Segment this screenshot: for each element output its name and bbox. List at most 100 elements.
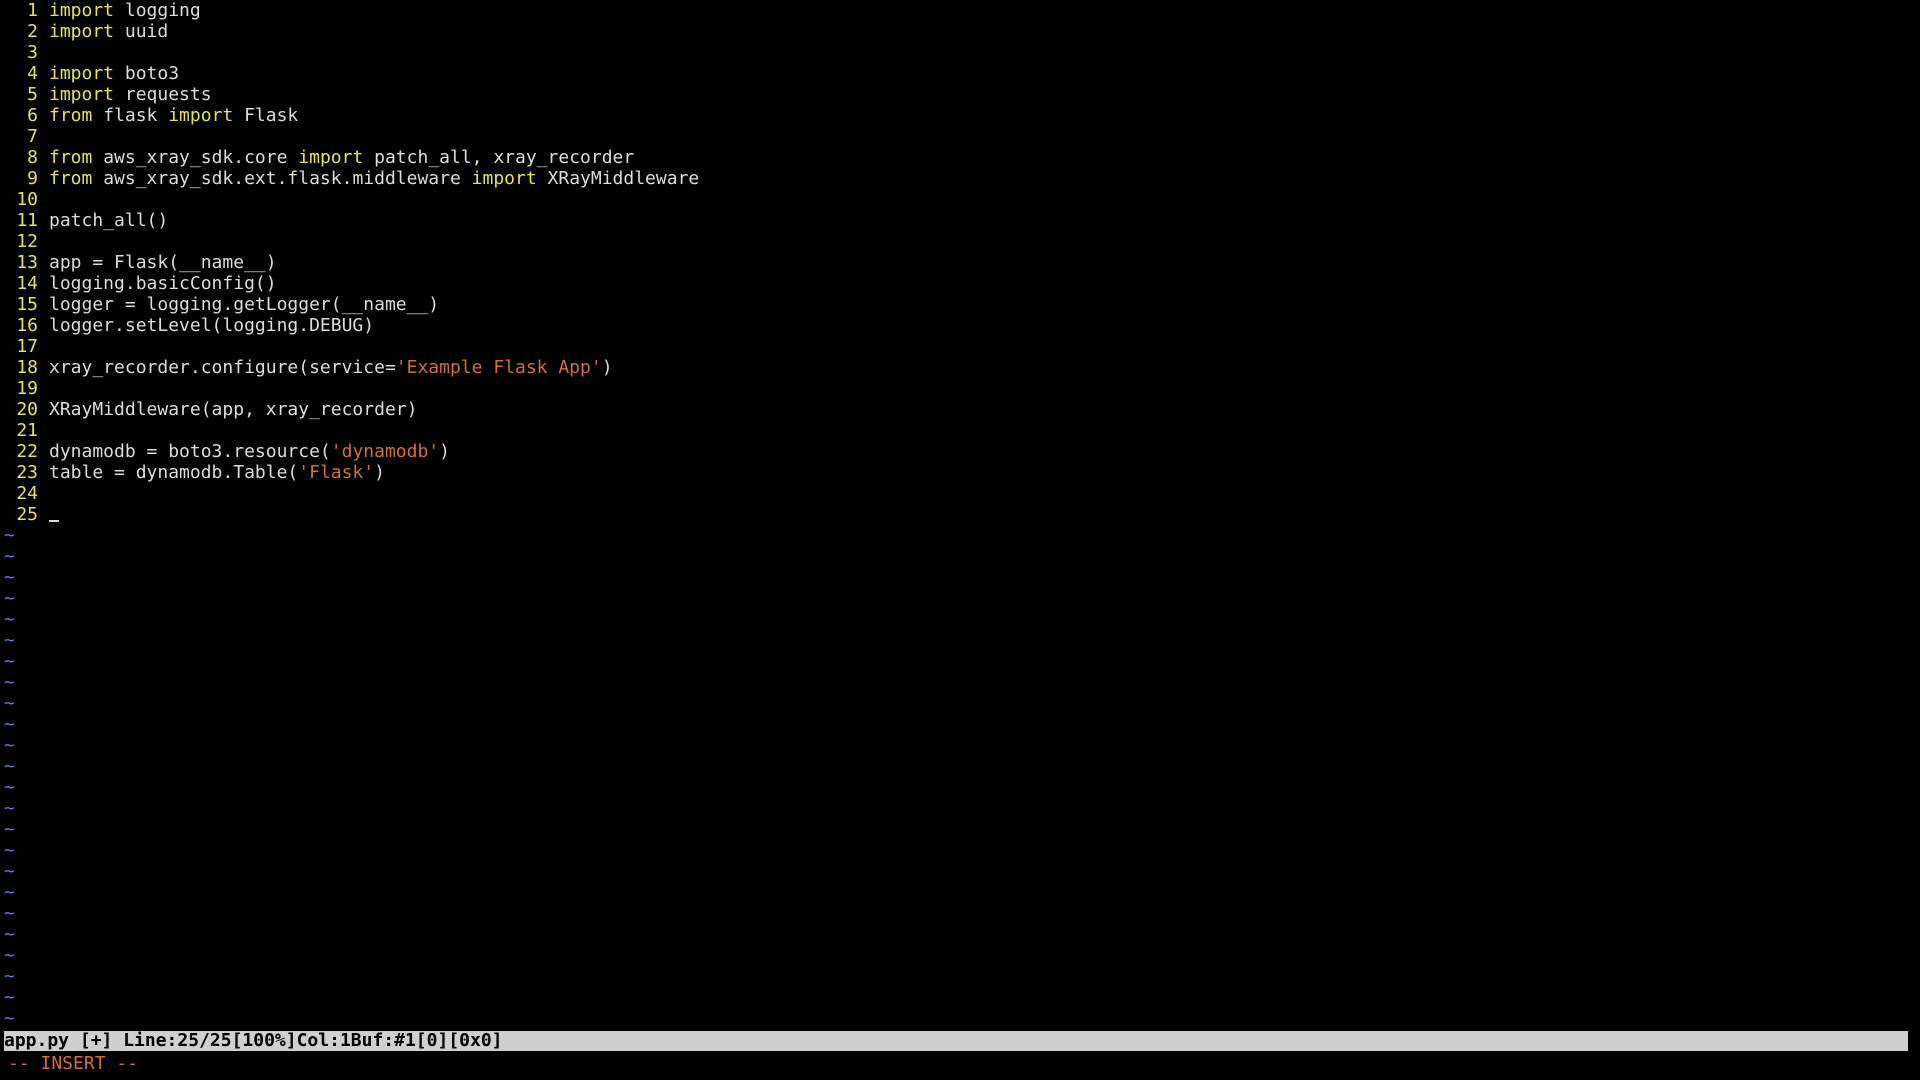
string-token: 'Flask' bbox=[298, 462, 375, 483]
keyword-token: import bbox=[49, 21, 115, 42]
code-token: uuid bbox=[114, 21, 169, 42]
line-number: 16 bbox=[16, 315, 38, 336]
vim-editor-buffer[interactable]: 1 import logging 2 import uuid 3 4 import boto… bbox=[0, 0, 1920, 1030]
code-text: import boto3 bbox=[49, 63, 179, 84]
empty-line-marker: ~ bbox=[4, 798, 15, 819]
code-line[interactable]: 15 logger = logging.getLogger(__name__) bbox=[0, 294, 1920, 315]
code-text: logging.basicConfig() bbox=[49, 273, 277, 294]
code-line[interactable]: 10 bbox=[0, 189, 1920, 210]
code-token: dynamodb = boto3.resource( bbox=[49, 441, 331, 462]
code-line[interactable]: 3 bbox=[0, 42, 1920, 63]
empty-line-marker: ~ bbox=[4, 756, 15, 777]
code-line[interactable]: 8 from aws_xray_sdk.core import patch_all… bbox=[0, 147, 1920, 168]
code-line[interactable]: 19 bbox=[0, 378, 1920, 399]
keyword-token: from bbox=[49, 105, 93, 126]
code-text: table = dynamodb.Table('Flask') bbox=[49, 462, 385, 483]
line-number: 18 bbox=[16, 357, 38, 378]
keyword-token: import bbox=[298, 147, 364, 168]
keyword-token: import bbox=[471, 168, 537, 189]
code-line[interactable]: 25 bbox=[0, 504, 1920, 525]
code-token: logging bbox=[114, 0, 201, 21]
line-number: 3 bbox=[27, 42, 38, 63]
empty-line-marker: ~ bbox=[4, 777, 15, 798]
code-text: logger.setLevel(logging.DEBUG) bbox=[49, 315, 374, 336]
code-line[interactable]: 11 patch_all() bbox=[0, 210, 1920, 231]
empty-buffer-lines: ~ ~ ~ ~ ~ ~ ~ ~ ~ ~ ~ ~ ~ ~ ~ ~ ~ ~ ~ ~ ~ ~ ~ ~ bbox=[0, 525, 1920, 1029]
code-text: import requests bbox=[49, 84, 212, 105]
empty-line-marker: ~ bbox=[4, 861, 15, 882]
code-line[interactable]: 12 bbox=[0, 231, 1920, 252]
code-token: ) bbox=[601, 357, 613, 378]
code-line[interactable]: 14 logging.basicConfig() bbox=[0, 273, 1920, 294]
code-line[interactable]: 20 XRayMiddleware(app, xray_recorder) bbox=[0, 399, 1920, 420]
code-line[interactable]: 1 import logging bbox=[0, 0, 1920, 21]
empty-line-marker: ~ bbox=[4, 1008, 15, 1029]
keyword-token: from bbox=[49, 147, 93, 168]
empty-line-marker: ~ bbox=[4, 609, 15, 630]
code-line[interactable]: 16 logger.setLevel(logging.DEBUG) bbox=[0, 315, 1920, 336]
code-line[interactable]: 4 import boto3 bbox=[0, 63, 1920, 84]
empty-line-marker: ~ bbox=[4, 945, 15, 966]
code-token: XRayMiddleware bbox=[536, 168, 700, 189]
code-line[interactable]: 9 from aws_xray_sdk.ext.flask.middleware … bbox=[0, 168, 1920, 189]
code-token: flask bbox=[92, 105, 169, 126]
empty-line-marker: ~ bbox=[4, 693, 15, 714]
line-number: 10 bbox=[16, 189, 38, 210]
code-text: XRayMiddleware(app, xray_recorder) bbox=[49, 399, 417, 420]
code-line[interactable]: 18 xray_recorder.configure(service='Examp… bbox=[0, 357, 1920, 378]
code-line[interactable]: 6 from flask import Flask bbox=[0, 105, 1920, 126]
code-line[interactable]: 22 dynamodb = boto3.resource('dynamodb') bbox=[0, 441, 1920, 462]
code-token: requests bbox=[114, 84, 212, 105]
line-number: 17 bbox=[16, 336, 38, 357]
empty-line-marker: ~ bbox=[4, 672, 15, 693]
empty-line-marker: ~ bbox=[4, 546, 15, 567]
line-number: 14 bbox=[16, 273, 38, 294]
code-text: xray_recorder.configure(service='Example… bbox=[49, 357, 613, 378]
keyword-token: import bbox=[49, 84, 115, 105]
keyword-token: import bbox=[168, 105, 234, 126]
code-token: aws_xray_sdk.ext.flask.middleware bbox=[92, 168, 472, 189]
line-number: 5 bbox=[27, 84, 38, 105]
line-number: 9 bbox=[27, 168, 38, 189]
code-token: aws_xray_sdk.core bbox=[92, 147, 299, 168]
keyword-token: from bbox=[49, 168, 93, 189]
code-line[interactable]: 24 bbox=[0, 483, 1920, 504]
code-token: patch_all, xray_recorder bbox=[363, 147, 635, 168]
line-number: 25 bbox=[16, 504, 38, 525]
code-text: from aws_xray_sdk.ext.flask.middleware i… bbox=[49, 168, 699, 189]
line-number: 15 bbox=[16, 294, 38, 315]
code-text: patch_all() bbox=[49, 210, 168, 231]
empty-line-marker: ~ bbox=[4, 882, 15, 903]
empty-line-marker: ~ bbox=[4, 588, 15, 609]
code-token: XRayMiddleware(app, xray_recorder) bbox=[49, 399, 418, 420]
empty-line-marker: ~ bbox=[4, 735, 15, 756]
code-line[interactable]: 2 import uuid bbox=[0, 21, 1920, 42]
line-number: 21 bbox=[16, 420, 38, 441]
empty-line-marker: ~ bbox=[4, 819, 15, 840]
code-line[interactable]: 21 bbox=[0, 420, 1920, 441]
keyword-token: import bbox=[49, 0, 115, 21]
line-number: 20 bbox=[16, 399, 38, 420]
code-token: logger = logging.getLogger(__name__) bbox=[49, 294, 440, 315]
code-line[interactable]: 5 import requests bbox=[0, 84, 1920, 105]
code-token: app = Flask(__name__) bbox=[49, 252, 277, 273]
code-token: table = dynamodb.Table( bbox=[49, 462, 299, 483]
code-line[interactable]: 17 bbox=[0, 336, 1920, 357]
empty-line-marker: ~ bbox=[4, 651, 15, 672]
mode-indicator: -- INSERT -- bbox=[8, 1053, 139, 1074]
code-line[interactable]: 23 table = dynamodb.Table('Flask') bbox=[0, 462, 1920, 483]
empty-line-marker: ~ bbox=[4, 924, 15, 945]
empty-line-marker: ~ bbox=[4, 840, 15, 861]
empty-line-marker: ~ bbox=[4, 966, 15, 987]
line-number: 2 bbox=[27, 21, 38, 42]
line-number: 19 bbox=[16, 378, 38, 399]
status-bar: app.py [+] Line:25/25[100%]Col:1Buf:#1[0… bbox=[4, 1031, 1908, 1051]
code-line[interactable]: 13 app = Flask(__name__) bbox=[0, 252, 1920, 273]
code-text: from flask import Flask bbox=[49, 105, 298, 126]
code-line[interactable]: 7 bbox=[0, 126, 1920, 147]
code-text: import logging bbox=[49, 0, 201, 21]
code-text: app = Flask(__name__) bbox=[49, 252, 277, 273]
code-token: ) bbox=[374, 462, 385, 483]
code-text: import uuid bbox=[49, 21, 168, 42]
code-token: boto3 bbox=[114, 63, 180, 84]
